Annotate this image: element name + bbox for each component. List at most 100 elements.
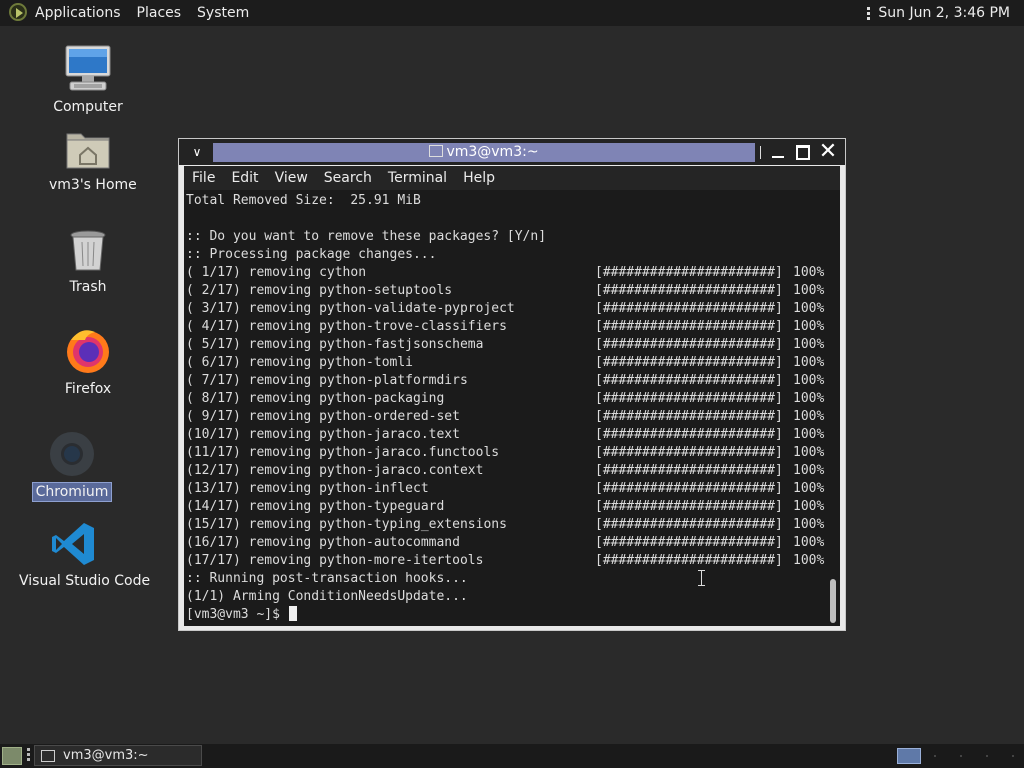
progress-percent: 100%: [793, 553, 825, 568]
clock[interactable]: Sun Jun 2, 3:46 PM: [878, 5, 1010, 21]
desktop-icon-label: Firefox: [64, 381, 112, 397]
progress-action: removing: [248, 355, 312, 370]
progress-line: (12/17) removing python-jaraco.context [#…: [186, 462, 826, 480]
progress-line: ( 8/17) removing python-packaging [######…: [186, 390, 826, 408]
progress-percent: 100%: [793, 301, 825, 316]
progress-index: ( 1/17): [186, 265, 241, 280]
progress-action: removing: [248, 301, 312, 316]
progress-line: (14/17) removing python-typeguard [######…: [186, 498, 826, 516]
maximize-button[interactable]: [793, 142, 813, 162]
home-folder-icon: [66, 133, 110, 169]
workspace-switcher[interactable]: [897, 748, 921, 764]
desktop-icon-label: Computer: [53, 99, 123, 115]
minimize-button[interactable]: [768, 142, 788, 162]
progress-action: removing: [248, 535, 312, 550]
taskbar-terminal-button[interactable]: vm3@vm3:~: [34, 745, 202, 766]
menu-edit[interactable]: Edit: [231, 170, 258, 186]
terminal-output[interactable]: Total Removed Size: 25.91 MiB:: Do you w…: [184, 190, 840, 626]
desktop-icon-label: Trash: [69, 279, 107, 295]
progress-bar: [######################]: [595, 499, 783, 514]
progress-bar: [######################]: [595, 481, 783, 496]
progress-index: (15/17): [186, 517, 241, 532]
workspace-dots-icon: [934, 755, 1014, 757]
desktop-icon-home[interactable]: vm3's Home: [46, 128, 137, 194]
progress-package: python-packaging: [319, 391, 445, 406]
window-menu-icon[interactable]: ∨: [185, 143, 209, 161]
progress-index: ( 7/17): [186, 373, 241, 388]
firefox-icon: [67, 330, 109, 373]
terminal-icon: [41, 749, 55, 762]
progress-line: ( 3/17) removing python-validate-pyproje…: [186, 300, 826, 318]
chromium-icon: [50, 432, 94, 476]
panel-handle-icon[interactable]: [867, 6, 871, 20]
progress-action: removing: [248, 427, 312, 442]
progress-percent: 100%: [793, 481, 825, 496]
menu-terminal[interactable]: Terminal: [388, 170, 447, 186]
taskbar-label: vm3@vm3:~: [63, 748, 149, 763]
menu-file[interactable]: File: [192, 170, 215, 186]
desktop-icon-computer[interactable]: Computer: [46, 44, 130, 116]
progress-package: python-jaraco.text: [319, 427, 460, 442]
progress-action: removing: [248, 409, 312, 424]
progress-line: (13/17) removing python-inflect [########…: [186, 480, 826, 498]
progress-index: (12/17): [186, 463, 241, 478]
menu-help[interactable]: Help: [463, 170, 495, 186]
terminal-lines: Total Removed Size: 25.91 MiB:: Do you w…: [186, 192, 826, 624]
vscode-icon: [52, 523, 94, 565]
progress-index: (11/17): [186, 445, 241, 460]
progress-percent: 100%: [793, 517, 825, 532]
progress-percent: 100%: [793, 499, 825, 514]
applications-menu[interactable]: Applications: [35, 5, 121, 21]
progress-bar: [######################]: [595, 463, 783, 478]
progress-line: (15/17) removing python-typing_extension…: [186, 516, 826, 534]
progress-package: python-more-itertools: [319, 553, 484, 568]
places-menu[interactable]: Places: [137, 5, 182, 21]
progress-line: ( 2/17) removing python-setuptools [#####…: [186, 282, 826, 300]
window-titlebar[interactable]: ∨ vm3@vm3:~ ✕: [179, 139, 845, 165]
progress-line: (11/17) removing python-jaraco.functools…: [186, 444, 826, 462]
menu-logo-icon[interactable]: [8, 2, 30, 24]
close-button[interactable]: ✕: [818, 141, 838, 163]
desktop-icon-chromium[interactable]: Chromium: [30, 428, 114, 502]
progress-line: ( 7/17) removing python-platformdirs [###…: [186, 372, 826, 390]
progress-line: ( 4/17) removing python-trove-classifier…: [186, 318, 826, 336]
progress-index: ( 3/17): [186, 301, 241, 316]
progress-percent: 100%: [793, 463, 825, 478]
terminal-line: (1/1) Arming ConditionNeedsUpdate...: [186, 589, 468, 604]
progress-package: python-autocommand: [319, 535, 460, 550]
window-title-bar[interactable]: vm3@vm3:~: [213, 143, 755, 162]
progress-bar: [######################]: [595, 283, 783, 298]
menu-search[interactable]: Search: [324, 170, 372, 186]
progress-package: python-trove-classifiers: [319, 319, 507, 334]
progress-action: removing: [248, 265, 312, 280]
menu-view[interactable]: View: [275, 170, 308, 186]
terminal-scrollbar[interactable]: [830, 579, 836, 623]
progress-percent: 100%: [793, 265, 825, 280]
prompt-line: [vm3@vm3 ~]$: [186, 606, 826, 624]
window-title: vm3@vm3:~: [446, 144, 539, 160]
desktop-icon-label: Visual Studio Code: [19, 573, 151, 589]
progress-percent: 100%: [793, 391, 825, 406]
progress-percent: 100%: [793, 319, 825, 334]
progress-bar: [######################]: [595, 265, 783, 280]
progress-line: (16/17) removing python-autocommand [####…: [186, 534, 826, 552]
desktop-icon-vscode[interactable]: Visual Studio Code: [16, 520, 150, 590]
shell-prompt: [vm3@vm3 ~]$: [186, 607, 288, 622]
progress-index: ( 9/17): [186, 409, 241, 424]
progress-line: (10/17) removing python-jaraco.text [####…: [186, 426, 826, 444]
progress-line: ( 9/17) removing python-ordered-set [####…: [186, 408, 826, 426]
progress-action: removing: [248, 445, 312, 460]
terminal-line: :: Do you want to remove these packages?…: [186, 229, 547, 244]
progress-bar: [######################]: [595, 535, 783, 550]
desktop-icon-firefox[interactable]: Firefox: [46, 326, 130, 398]
system-menu[interactable]: System: [197, 5, 249, 21]
top-right-area: Sun Jun 2, 3:46 PM: [867, 0, 1010, 26]
show-desktop-icon[interactable]: [2, 747, 22, 765]
terminal-line: :: Processing package changes...: [186, 247, 437, 262]
progress-percent: 100%: [793, 535, 825, 550]
progress-action: removing: [248, 481, 312, 496]
desktop-icon-trash[interactable]: Trash: [46, 228, 130, 296]
progress-bar: [######################]: [595, 553, 783, 568]
progress-index: (14/17): [186, 499, 241, 514]
progress-package: python-validate-pyproject: [319, 301, 515, 316]
